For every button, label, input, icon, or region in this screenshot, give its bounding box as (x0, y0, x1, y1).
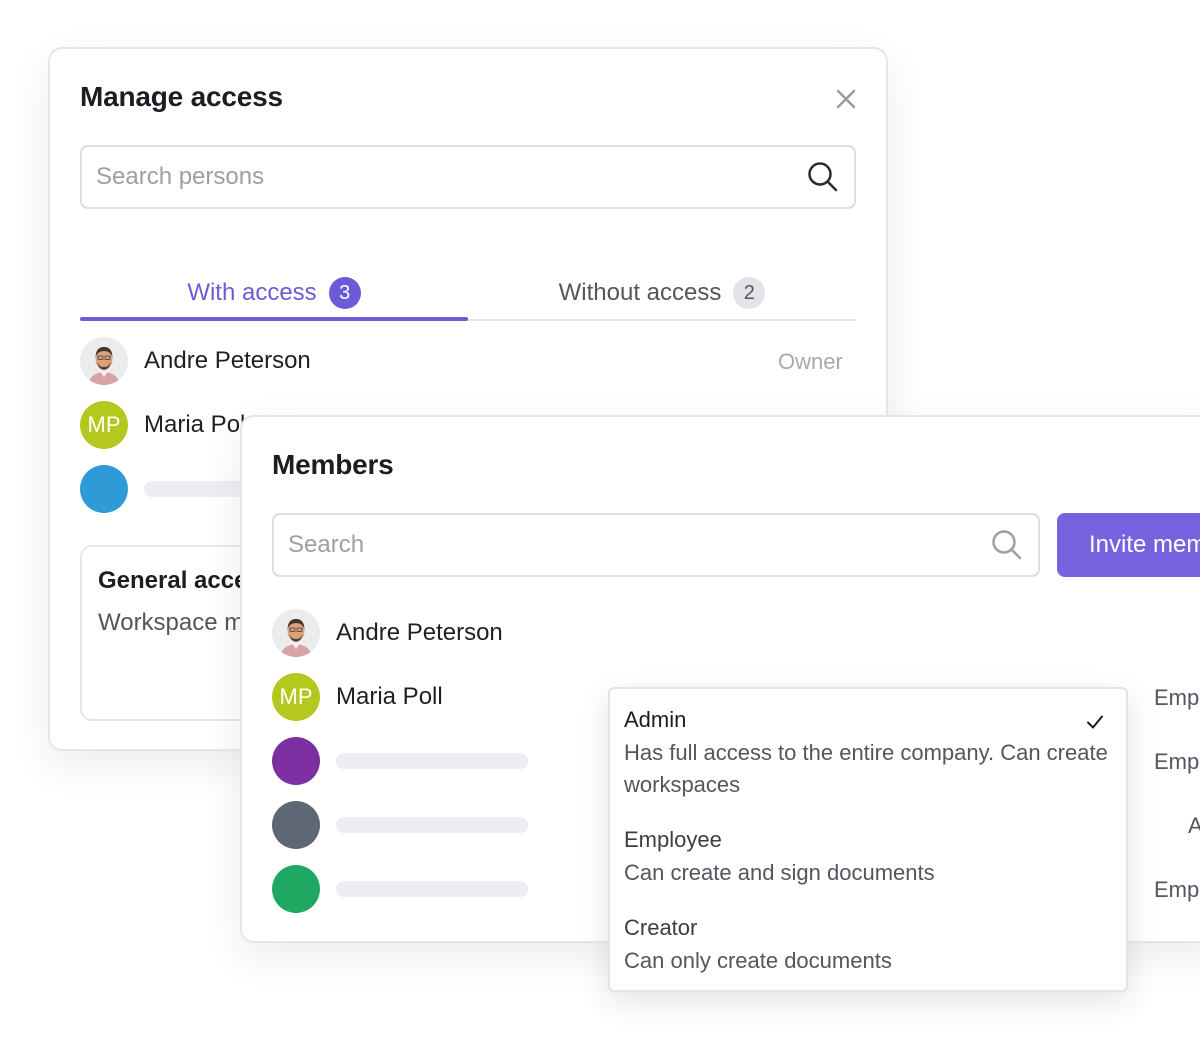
member-role-select[interactable]: Emp (1154, 877, 1199, 903)
checkmark-icon (1087, 715, 1103, 729)
name-placeholder (336, 753, 528, 769)
name-placeholder (336, 817, 528, 833)
member-role-select[interactable]: A (1188, 813, 1200, 839)
avatar (272, 609, 320, 657)
avatar (272, 801, 320, 849)
member-role-select[interactable]: Emp (1154, 749, 1199, 775)
person-photo-icon (272, 609, 320, 657)
member-search-field[interactable] (272, 513, 1040, 577)
person-role: Owner (778, 349, 843, 374)
avatar: MP (272, 673, 320, 721)
role-option-creator[interactable]: Creator Can only create documents (624, 915, 1112, 977)
person-photo-icon (80, 337, 128, 385)
role-option-name: Employee (624, 827, 722, 852)
avatar (80, 337, 128, 385)
avatar (80, 465, 128, 513)
search-icon[interactable] (990, 528, 1024, 562)
count-badge: 2 (733, 277, 766, 309)
person-name: Maria Pol (144, 411, 246, 438)
tab-with-access[interactable]: With access 3 (80, 265, 468, 321)
person-name: Andre Peterson (144, 347, 311, 374)
role-option-employee[interactable]: Employee Can create and sign documents (624, 827, 1112, 889)
role-dropdown-menu: Admin Has full access to the entire comp… (608, 687, 1128, 992)
count-badge: 3 (328, 277, 361, 309)
avatar (272, 865, 320, 913)
search-persons-field[interactable] (80, 145, 856, 209)
avatar (272, 737, 320, 785)
member-role-select[interactable]: Emp (1154, 685, 1199, 711)
dialog-title: Manage access (80, 81, 283, 112)
member-name: Andre Peterson (336, 619, 503, 646)
role-option-description: Has full access to the entire company. C… (624, 740, 1108, 797)
members-title: Members (272, 449, 394, 480)
invite-members-button[interactable]: Invite mem (1057, 513, 1200, 577)
role-option-name: Creator (624, 915, 698, 940)
tab-label: With access (187, 279, 317, 306)
close-icon[interactable] (830, 83, 862, 115)
member-name: Maria Poll (336, 683, 443, 710)
active-tab-indicator (80, 317, 468, 321)
name-placeholder (336, 881, 528, 897)
role-option-name: Admin (624, 707, 687, 732)
search-persons-input[interactable] (96, 163, 840, 191)
tab-label: Without access (558, 279, 722, 306)
member-search-input[interactable] (288, 531, 1024, 559)
search-icon[interactable] (806, 160, 840, 194)
role-option-description: Can create and sign documents (624, 860, 935, 885)
role-option-admin[interactable]: Admin Has full access to the entire comp… (624, 707, 1112, 801)
role-option-description: Can only create documents (624, 948, 892, 973)
tab-without-access[interactable]: Without access 2 (468, 265, 856, 321)
avatar: MP (80, 401, 128, 449)
